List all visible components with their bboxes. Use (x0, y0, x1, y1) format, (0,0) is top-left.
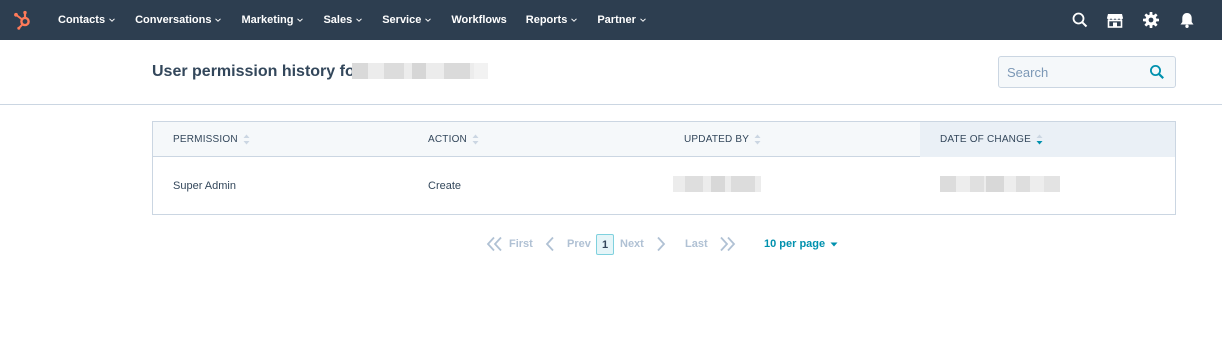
chevron-right-icon (657, 236, 666, 252)
top-navigation-bar: Contacts Conversations Marketing Sales S… (0, 0, 1222, 40)
redacted-portal-name (352, 63, 488, 79)
page-number-current[interactable]: 1 (596, 234, 614, 255)
settings-icon[interactable] (1142, 11, 1160, 29)
column-header-action[interactable]: ACTION (408, 122, 664, 157)
chevron-down-icon (297, 18, 304, 22)
search-icon[interactable] (1149, 64, 1165, 80)
redacted-updated-by (673, 176, 761, 192)
main-menu: Contacts Conversations Marketing Sales S… (58, 0, 666, 40)
chevron-down-icon (640, 18, 646, 22)
first-page-label: First (509, 238, 533, 250)
nav-item-label: Service (382, 14, 422, 26)
nav-item-marketing[interactable]: Marketing (241, 14, 304, 26)
chevron-down-icon (356, 18, 363, 22)
cell-permission: Super Admin (173, 179, 236, 192)
marketplace-icon[interactable] (1106, 11, 1124, 29)
table-row: Super Admin Create (153, 157, 1175, 214)
nav-item-label: Contacts (58, 14, 106, 26)
per-page-dropdown[interactable]: 10 per page (764, 233, 838, 255)
nav-item-service[interactable]: Service (382, 14, 432, 26)
nav-item-reports[interactable]: Reports (526, 14, 579, 26)
chevron-down-icon (571, 18, 578, 22)
chevron-down-icon (425, 18, 432, 22)
page-title: User permission history for (152, 63, 361, 80)
nav-item-contacts[interactable]: Contacts (58, 14, 116, 26)
last-page-button[interactable]: Last (685, 233, 736, 255)
next-page-label: Next (620, 238, 644, 250)
sort-icon (472, 134, 479, 145)
column-header-label: UPDATED BY (684, 134, 750, 145)
nav-item-workflows[interactable]: Workflows (451, 14, 506, 26)
per-page-label: 10 per page (764, 238, 826, 250)
chevron-left-icon (545, 236, 554, 252)
search-icon[interactable] (1071, 11, 1089, 29)
nav-item-sales[interactable]: Sales (323, 14, 363, 26)
nav-item-label: Sales (323, 14, 353, 26)
page-header: User permission history for (0, 40, 1222, 105)
nav-item-conversations[interactable]: Conversations (135, 14, 222, 26)
double-chevron-left-icon (486, 236, 502, 252)
caret-down-icon (830, 242, 838, 246)
first-page-button[interactable]: First (486, 233, 533, 255)
search-field (998, 56, 1176, 88)
last-page-label: Last (685, 238, 708, 250)
chevron-down-icon (215, 18, 222, 22)
nav-item-partner[interactable]: Partner (597, 14, 647, 26)
cell-action: Create (428, 179, 462, 192)
previous-page-label: Prev (567, 238, 591, 250)
double-chevron-right-icon (719, 236, 735, 252)
column-header-label: PERMISSION (173, 134, 238, 145)
column-header-updated-by[interactable]: UPDATED BY (664, 122, 920, 157)
redacted-date-of-change (940, 176, 1060, 192)
notifications-icon[interactable] (1178, 11, 1196, 29)
pagination: First Prev 1 Next Last 10 per page (0, 233, 1222, 257)
hubspot-logo-icon[interactable] (12, 9, 34, 31)
search-input[interactable] (1007, 57, 1147, 87)
chevron-down-icon (109, 18, 115, 22)
nav-item-label: Marketing (241, 14, 294, 26)
nav-item-label: Partner (597, 14, 636, 26)
column-header-permission[interactable]: PERMISSION (153, 122, 408, 157)
sort-icon (754, 134, 761, 145)
nav-item-label: Workflows (451, 14, 507, 26)
table-header: PERMISSION ACTION UPDATED BY DATE OF CHA… (153, 122, 1175, 157)
sort-icon (243, 134, 250, 145)
permission-history-table: PERMISSION ACTION UPDATED BY DATE OF CHA… (152, 121, 1176, 215)
previous-page-button[interactable]: Prev (545, 233, 591, 255)
column-header-label: DATE OF CHANGE (940, 134, 1031, 145)
sort-descending-icon (1036, 134, 1043, 145)
column-header-date-of-change[interactable]: DATE OF CHANGE (920, 122, 1175, 157)
nav-item-label: Reports (525, 14, 568, 26)
next-page-button[interactable]: Next (620, 233, 666, 255)
nav-item-label: Conversations (135, 14, 212, 26)
column-header-label: ACTION (428, 134, 467, 145)
